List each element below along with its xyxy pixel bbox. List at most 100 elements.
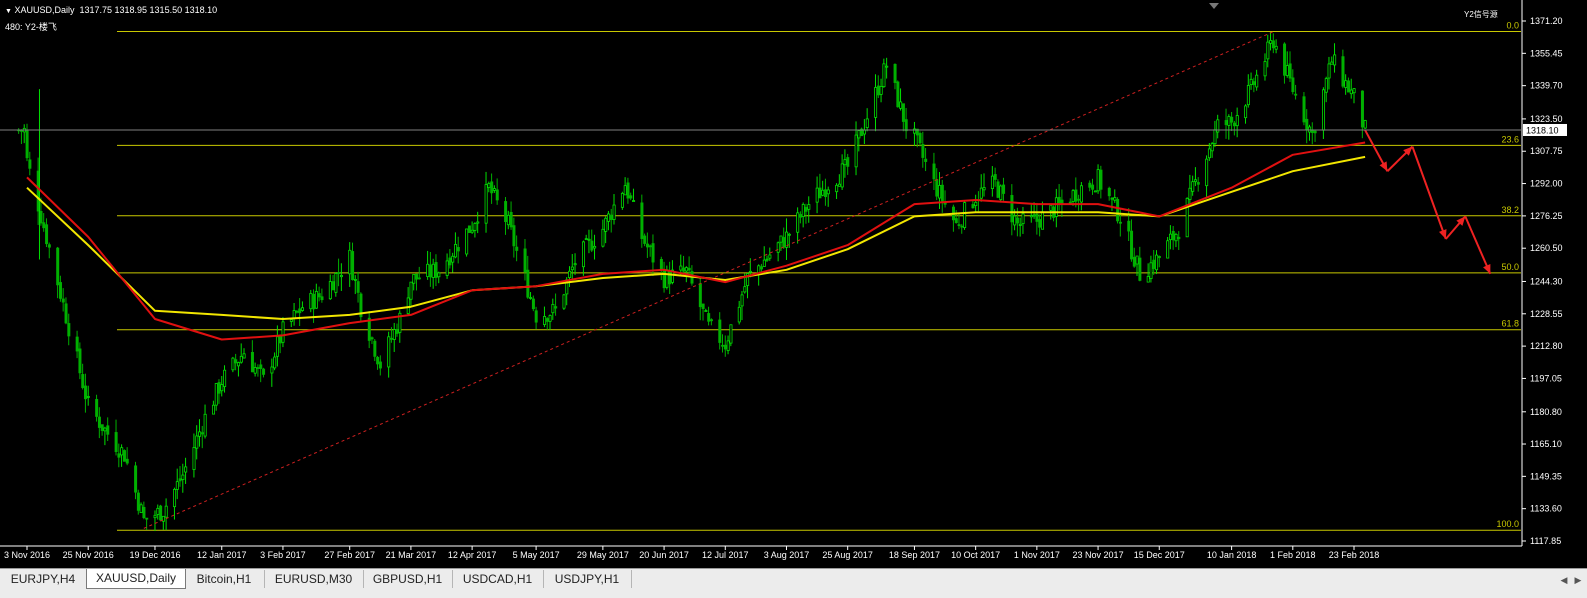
candle-body: [192, 447, 196, 470]
candle-body: [125, 458, 129, 464]
tab-eurjpy-h4[interactable]: EURJPY,H4: [0, 570, 87, 588]
candle-body: [581, 241, 585, 268]
candle-body: [262, 368, 266, 375]
candle-body: [1283, 43, 1287, 76]
candle-body: [659, 259, 663, 270]
candle-body: [164, 505, 168, 518]
tab-usdjpy-h1[interactable]: USDJPY,H1: [543, 570, 632, 588]
candle-body: [824, 189, 828, 198]
price-tick-label: 1323.50: [1530, 114, 1563, 124]
candle-body: [473, 223, 477, 231]
candle-body: [743, 286, 747, 293]
candle-body: [874, 87, 878, 118]
candle-body: [993, 174, 997, 180]
candle-body: [1107, 187, 1111, 197]
candle-body: [1060, 199, 1064, 204]
candle-body: [554, 306, 558, 309]
candle-body: [1032, 214, 1036, 217]
candle-body: [1049, 204, 1053, 211]
tab-xauusd-daily[interactable]: XAUUSD,Daily: [86, 569, 186, 589]
candle-body: [1210, 143, 1214, 152]
candle-body: [938, 185, 942, 199]
candle-body: [1188, 187, 1192, 200]
candle-body: [417, 277, 421, 280]
time-tick-label: 21 Mar 2017: [386, 550, 437, 560]
candle-body: [543, 316, 547, 325]
candle-body: [551, 304, 555, 314]
candle-body: [314, 291, 318, 309]
candle-body: [173, 488, 177, 508]
candle-body: [122, 450, 126, 462]
candle-body: [217, 382, 221, 394]
symbol-tabs: EURJPY,H4 XAUUSD,Daily Bitcoin,H1 EURUSD,M3…: [0, 568, 1587, 598]
candle-body: [709, 319, 713, 322]
candle-body: [153, 514, 157, 519]
candle-body: [1116, 198, 1120, 222]
candle-body: [476, 221, 480, 224]
candle-body: [1324, 78, 1328, 93]
candle-body: [1171, 230, 1175, 241]
symbol-label: XAUUSD,Daily: [14, 5, 75, 15]
candle-body: [292, 310, 296, 319]
candle-body: [826, 189, 830, 195]
indicator-label: 480: Y2-楼飞: [5, 22, 57, 32]
scroll-right-icon[interactable]: ▶: [1571, 572, 1585, 588]
candle-body: [721, 344, 725, 347]
candle-body: [765, 258, 769, 261]
candle-body: [356, 281, 360, 293]
candle-body: [103, 427, 107, 432]
candle-body: [1252, 81, 1256, 86]
candle-body: [376, 357, 380, 365]
candle-body: [487, 183, 491, 188]
candle-body: [1205, 158, 1209, 187]
candle-body: [214, 383, 218, 406]
chart-window[interactable]: 0.0 23.6 38.2 50.0 61.8 100.0 1371.20 1355.45 1…: [0, 0, 1587, 598]
tab-eurusd-m30[interactable]: EURUSD,M30: [264, 570, 364, 588]
candle-body: [67, 323, 71, 337]
candle-body: [760, 266, 764, 270]
price-chart[interactable]: 0.0 23.6 38.2 50.0 61.8 100.0 1371.20 1355.45 1…: [0, 0, 1587, 566]
tab-gbpusd-h1[interactable]: GBPUSD,H1: [363, 570, 453, 588]
candle-body: [184, 466, 188, 473]
candle-body: [415, 273, 419, 280]
candle-body: [1246, 85, 1250, 106]
time-tick-label: 3 Aug 2017: [764, 550, 810, 560]
candle-body: [181, 474, 185, 481]
tab-bitcoin-h1[interactable]: Bitcoin,H1: [184, 570, 265, 588]
candle-body: [573, 263, 577, 266]
candle-body: [281, 321, 285, 343]
candle-body: [648, 245, 652, 248]
chart-shift-icon[interactable]: [1209, 3, 1219, 9]
candle-body: [843, 159, 847, 166]
time-tick-label: 5 May 2017: [513, 550, 560, 560]
candle-body: [1333, 54, 1337, 66]
chart-menu-icon[interactable]: ▼: [5, 8, 12, 15]
candle-body: [1227, 116, 1231, 126]
candle-body: [1302, 96, 1306, 123]
candle-body: [1341, 56, 1345, 87]
scroll-left-icon[interactable]: ◀: [1557, 572, 1571, 588]
candle-body: [278, 335, 282, 344]
candle-body: [275, 336, 279, 357]
tab-usdcad-h1[interactable]: USDCAD,H1: [452, 570, 544, 588]
candle-body: [1360, 90, 1364, 128]
candle-body: [1149, 262, 1153, 280]
candle-body: [47, 244, 51, 248]
candle-body: [1166, 240, 1170, 259]
candle-body: [529, 297, 533, 299]
candle-body: [351, 251, 355, 281]
candle-body: [701, 303, 705, 309]
candle-body: [392, 329, 396, 340]
candle-body: [465, 228, 469, 255]
candle-body: [935, 179, 939, 197]
candle-body: [979, 187, 983, 199]
price-tick-label: 1260.50: [1530, 243, 1563, 253]
candle-body: [1327, 63, 1331, 79]
time-tick-label: 23 Feb 2018: [1329, 550, 1380, 560]
candle-body: [298, 308, 302, 314]
candle-body: [1132, 256, 1136, 267]
tab-scroll-controls: ◀ ▶: [1557, 570, 1587, 588]
candle-body: [45, 224, 49, 245]
candle-body: [242, 353, 246, 359]
candle-body: [259, 364, 263, 369]
